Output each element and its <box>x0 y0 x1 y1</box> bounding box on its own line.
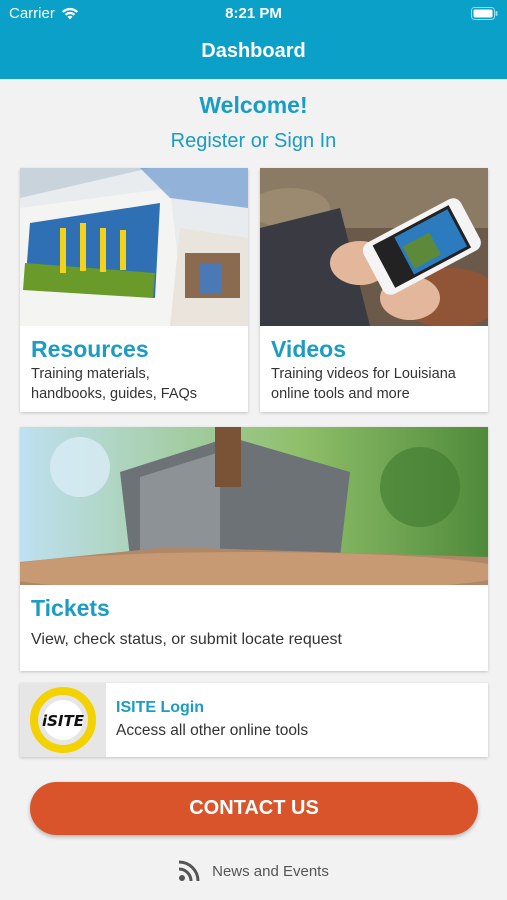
resources-image <box>20 168 248 326</box>
register-signin-link[interactable]: Register or Sign In <box>0 130 507 153</box>
news-events-label: News and Events <box>212 862 329 880</box>
videos-card[interactable]: Videos Training videos for Louisiana onl… <box>260 168 488 412</box>
resources-card[interactable]: Resources Training materials, handbooks,… <box>20 168 248 412</box>
status-bar: Carrier 8:21 PM <box>0 0 507 28</box>
clock: 8:21 PM <box>225 5 282 22</box>
resources-desc-line1: Training materials, <box>31 366 150 382</box>
videos-description: Training videos for Louisiana online too… <box>271 364 456 404</box>
resources-title: Resources <box>31 336 149 362</box>
isite-login-card[interactable]: iSITE ISITE Login Access all other onlin… <box>20 683 488 757</box>
resources-description: Training materials, handbooks, guides, F… <box>31 364 197 404</box>
tickets-description: View, check status, or submit locate req… <box>31 631 342 648</box>
tickets-image <box>20 427 488 585</box>
isite-login-title: ISITE Login <box>116 699 204 716</box>
contact-us-button[interactable]: CONTACT US <box>30 782 478 835</box>
welcome-heading: Welcome! <box>199 92 308 118</box>
videos-image <box>260 168 488 326</box>
videos-desc-line1: Training videos for Louisiana <box>271 366 456 382</box>
page-title: Dashboard <box>201 40 306 62</box>
nav-header: Carrier 8:21 PM Dashboard <box>0 0 507 79</box>
rss-icon <box>178 860 200 882</box>
videos-desc-line2: online tools and more <box>271 386 410 402</box>
isite-login-description: Access all other online tools <box>116 722 309 739</box>
resources-desc-line2: handbooks, guides, FAQs <box>31 386 198 402</box>
isite-logo: iSITE <box>20 683 106 757</box>
battery-icon <box>471 7 498 20</box>
news-events-link[interactable]: News and Events <box>0 860 507 882</box>
isite-logo-text: iSITE <box>42 712 85 730</box>
tickets-title: Tickets <box>31 595 110 621</box>
tickets-card[interactable]: Tickets View, check status, or submit lo… <box>20 427 488 671</box>
videos-title: Videos <box>271 336 346 362</box>
